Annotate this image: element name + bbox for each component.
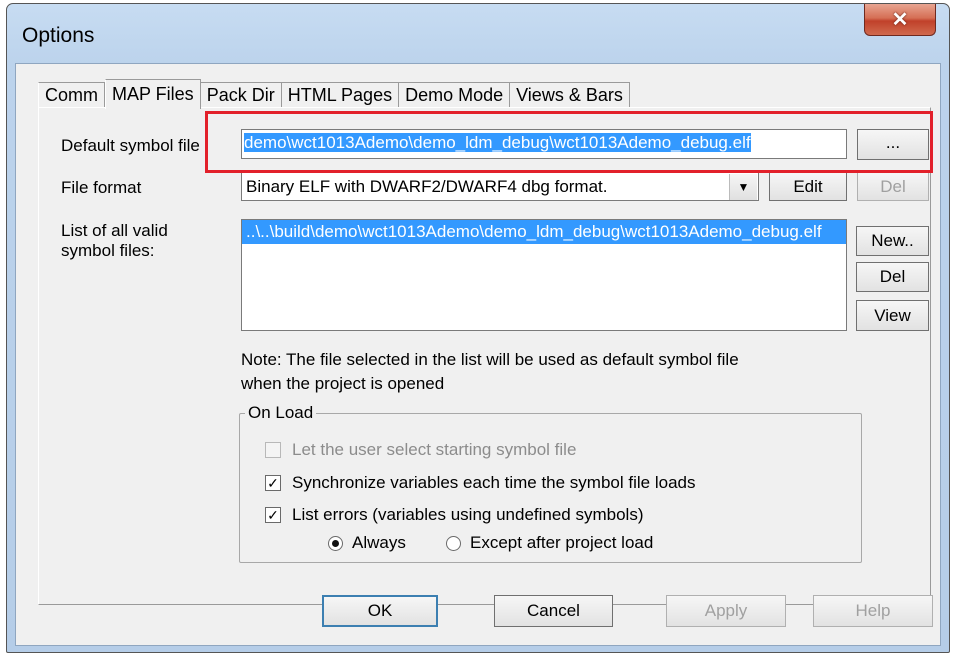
tab-strip: Comm MAP Files Pack Dir HTML Pages Demo … (38, 78, 630, 109)
list-errors-checkbox[interactable]: ✓ (265, 507, 281, 523)
tab-pack-dir[interactable]: Pack Dir (200, 82, 282, 108)
close-button[interactable]: ✕ (864, 4, 936, 36)
symbol-list-label-line1: List of all valid (61, 221, 168, 240)
note-line2: when the project is opened (241, 374, 445, 393)
delete-symbol-button[interactable]: Del (856, 262, 929, 292)
always-label: Always (352, 533, 406, 552)
default-symbol-label: Default symbol file (61, 136, 200, 155)
tab-comm[interactable]: Comm (38, 82, 105, 108)
default-symbol-value: demo\wct1013Ademo\demo_ldm_debug\wct1013… (244, 133, 751, 152)
tab-map-files[interactable]: MAP Files (105, 79, 201, 109)
ok-button[interactable]: OK (322, 595, 438, 627)
synchronize-label: Synchronize variables each time the symb… (292, 473, 696, 492)
delete-format-button: Del (857, 172, 929, 201)
dialog-client-area: Comm MAP Files Pack Dir HTML Pages Demo … (15, 63, 941, 646)
help-button: Help (813, 595, 933, 627)
apply-button: Apply (666, 595, 786, 627)
browse-button[interactable]: ... (857, 129, 929, 160)
options-dialog: Options ✕ Comm MAP Files Pack Dir HTML P… (6, 3, 950, 653)
on-load-title: On Load (245, 403, 317, 423)
tab-views-bars[interactable]: Views & Bars (510, 82, 630, 108)
always-radio[interactable] (328, 536, 343, 551)
radio-selected-dot (332, 540, 339, 547)
note-line1: Note: The file selected in the list will… (241, 350, 739, 369)
new-symbol-button[interactable]: New.. (856, 226, 929, 256)
file-format-select[interactable]: Binary ELF with DWARF2/DWARF4 dbg format… (241, 172, 759, 201)
file-format-value: Binary ELF with DWARF2/DWARF4 dbg format… (246, 177, 608, 196)
let-user-select-label: Let the user select starting symbol file (292, 440, 577, 459)
window-title: Options (22, 24, 95, 47)
tab-html-pages[interactable]: HTML Pages (281, 82, 400, 108)
except-after-radio[interactable] (446, 536, 461, 551)
title-bar: Options ✕ (7, 4, 949, 64)
symbol-list-label-line2: symbol files: (61, 241, 155, 260)
default-symbol-input[interactable]: demo\wct1013Ademo\demo_ldm_debug\wct1013… (241, 129, 847, 159)
list-item[interactable]: ..\..\build\demo\wct1013Ademo\demo_ldm_d… (242, 220, 846, 244)
let-user-select-checkbox (265, 442, 281, 458)
except-after-label: Except after project load (470, 533, 654, 552)
chevron-down-icon[interactable]: ▼ (729, 174, 757, 200)
edit-format-button[interactable]: Edit (769, 172, 847, 201)
cancel-button[interactable]: Cancel (494, 595, 613, 627)
file-format-label: File format (61, 178, 142, 197)
symbol-files-list[interactable]: ..\..\build\demo\wct1013Ademo\demo_ldm_d… (241, 219, 847, 331)
list-errors-label: List errors (variables using undefined s… (292, 505, 644, 524)
tab-demo-mode[interactable]: Demo Mode (399, 82, 511, 108)
close-icon: ✕ (891, 9, 909, 31)
synchronize-checkbox[interactable]: ✓ (265, 475, 281, 491)
view-symbol-button[interactable]: View (856, 300, 929, 331)
